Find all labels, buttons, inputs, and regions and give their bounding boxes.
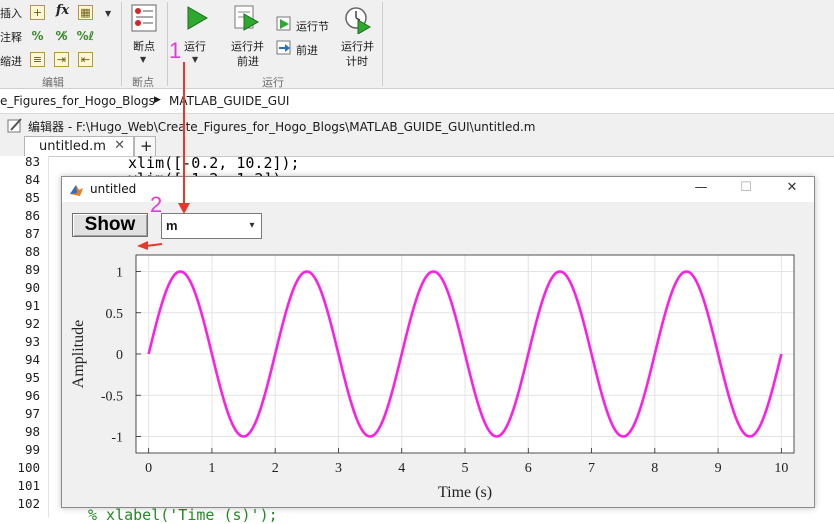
x-tick-label: 8 bbox=[651, 461, 658, 476]
line-number: 93 bbox=[24, 334, 40, 349]
uncomment-icon[interactable]: %̸ bbox=[54, 28, 69, 43]
breakpoint-icon[interactable] bbox=[131, 4, 157, 32]
annotation-marker-1: 1 bbox=[169, 38, 182, 63]
line-number: 94 bbox=[24, 352, 40, 367]
edit-more-dropdown[interactable]: ▼ bbox=[105, 9, 111, 18]
editor-pencil-icon bbox=[7, 118, 22, 133]
run-dropdown[interactable]: ▼ bbox=[192, 55, 198, 64]
line-number: 98 bbox=[24, 424, 40, 439]
ribbon-separator bbox=[121, 2, 122, 86]
y-axis-label: Amplitude bbox=[70, 320, 87, 388]
indent-label[interactable]: 缩进 bbox=[0, 53, 22, 69]
x-tick-label: 0 bbox=[145, 461, 152, 476]
line-number: 96 bbox=[24, 388, 40, 403]
breadcrumb-folder[interactable]: e_Figures_for_Hogo_Blogs bbox=[0, 94, 155, 108]
run-and-time-label-2[interactable]: 计时 bbox=[346, 53, 368, 69]
line-number: 84 bbox=[24, 172, 40, 187]
wrap-comment-icon[interactable]: %ℓ bbox=[77, 28, 95, 43]
comment-icon[interactable]: % bbox=[30, 28, 45, 43]
editor-title-bar: 编辑器 - F:\Hugo_Web\Create_Figures_for_Hog… bbox=[0, 114, 834, 137]
line-number: 95 bbox=[24, 370, 40, 385]
add-tab-icon: + bbox=[140, 137, 153, 155]
ribbon-separator bbox=[167, 2, 168, 86]
line-number: 85 bbox=[24, 190, 40, 205]
run-section-button[interactable]: 运行节 bbox=[296, 18, 329, 34]
group-breakpoint-label: 断点 bbox=[132, 76, 154, 89]
x-tick-label: 6 bbox=[525, 461, 532, 476]
run-advance-label-1[interactable]: 运行并 bbox=[231, 38, 264, 54]
insert-label[interactable]: 插入 bbox=[0, 5, 22, 21]
y-tick-label: 1 bbox=[116, 266, 123, 281]
y-tick-label: -0.5 bbox=[101, 389, 123, 404]
annotation-marker-2: 2 bbox=[150, 192, 163, 217]
line-number: 89 bbox=[24, 262, 40, 277]
ribbon-separator bbox=[382, 2, 383, 86]
run-and-time-icon[interactable] bbox=[344, 4, 372, 34]
group-run-label: 运行 bbox=[262, 76, 284, 89]
line-number: 88 bbox=[24, 244, 40, 259]
breadcrumb-folder[interactable]: MATLAB_GUIDE_GUI bbox=[169, 94, 289, 108]
y-tick-label: 0.5 bbox=[106, 307, 124, 322]
advance-button[interactable]: 前进 bbox=[296, 42, 318, 58]
smart-indent-icon[interactable]: ≡ bbox=[30, 52, 45, 67]
amplitude-plot[interactable]: 0 1 2 3 4 5 6 7 8 9 10 1 0.5 0 -0.5 -1 Time (s) Amplitu… bbox=[62, 177, 814, 507]
line-number: 97 bbox=[24, 406, 40, 421]
x-tick-label: 10 bbox=[774, 461, 788, 476]
insert-icon[interactable]: + bbox=[30, 5, 45, 20]
x-tick-label: 4 bbox=[398, 461, 405, 476]
fx-icon[interactable]: fx bbox=[55, 3, 70, 18]
x-tick-label: 9 bbox=[715, 461, 722, 476]
line-number: 101 bbox=[17, 478, 40, 493]
run-button[interactable]: 运行 bbox=[184, 38, 206, 54]
code-line-comment[interactable]: % xlabel('Time (s)'); bbox=[88, 506, 278, 524]
indent-increase-icon[interactable]: ⇥ bbox=[54, 52, 69, 67]
group-edit-label: 编辑 bbox=[42, 76, 64, 89]
comment-label[interactable]: 注释 bbox=[0, 29, 22, 45]
run-section-icon[interactable] bbox=[276, 16, 292, 32]
run-advance-icon[interactable] bbox=[233, 4, 261, 32]
editor-ribbon: + 插入 fx ▦ ▼ 注释 % %̸ %ℓ 缩进 ≡ ⇥ ⇤ 编辑 断点 ▼ … bbox=[0, 0, 834, 89]
editor-title: 编辑器 - F:\Hugo_Web\Create_Figures_for_Hog… bbox=[28, 120, 536, 134]
y-tick-label: 0 bbox=[116, 348, 123, 363]
run-icon[interactable] bbox=[185, 5, 209, 31]
x-tick-label: 1 bbox=[208, 461, 215, 476]
x-tick-label: 2 bbox=[272, 461, 279, 476]
editor-tab-bar: untitled.m ✕ + bbox=[0, 136, 834, 157]
run-advance-label-2[interactable]: 前进 bbox=[237, 53, 259, 69]
add-tab-button[interactable]: + bbox=[134, 136, 156, 156]
y-tick-label: -1 bbox=[111, 431, 123, 446]
breakpoint-button[interactable]: 断点 bbox=[133, 38, 155, 54]
x-tick-label: 7 bbox=[588, 461, 595, 476]
line-number: 102 bbox=[17, 496, 40, 511]
x-tick-label: 5 bbox=[462, 461, 469, 476]
line-number: 83 bbox=[24, 154, 40, 169]
breadcrumb-arrow-icon: ▶ bbox=[154, 95, 161, 105]
line-number: 90 bbox=[24, 280, 40, 295]
line-number: 91 bbox=[24, 298, 40, 313]
breakpoint-dropdown[interactable]: ▼ bbox=[140, 55, 146, 64]
line-number: 99 bbox=[24, 442, 40, 457]
tab-label: untitled.m bbox=[39, 139, 106, 154]
line-number: 100 bbox=[17, 460, 40, 475]
line-number: 87 bbox=[24, 226, 40, 241]
advance-icon[interactable] bbox=[276, 40, 292, 56]
function-browser-icon[interactable]: ▦ bbox=[78, 5, 93, 20]
x-tick-label: 3 bbox=[335, 461, 342, 476]
line-number: 86 bbox=[24, 208, 40, 223]
figure-window[interactable]: untitled — ☐ ✕ Show m ▾ 0 1 2 3 4 5 6 7 8 9 10 1 0.5… bbox=[61, 176, 815, 508]
x-axis-label: Time (s) bbox=[438, 484, 492, 501]
line-number: 92 bbox=[24, 316, 40, 331]
indent-decrease-icon[interactable]: ⇤ bbox=[78, 52, 93, 67]
close-tab-icon[interactable]: ✕ bbox=[114, 138, 125, 153]
run-and-time-label-1[interactable]: 运行并 bbox=[341, 38, 374, 54]
tab-untitled-m[interactable]: untitled.m ✕ bbox=[24, 136, 134, 156]
current-folder-bar[interactable]: e_Figures_for_Hogo_Blogs ▶ MATLAB_GUIDE_… bbox=[0, 89, 834, 114]
